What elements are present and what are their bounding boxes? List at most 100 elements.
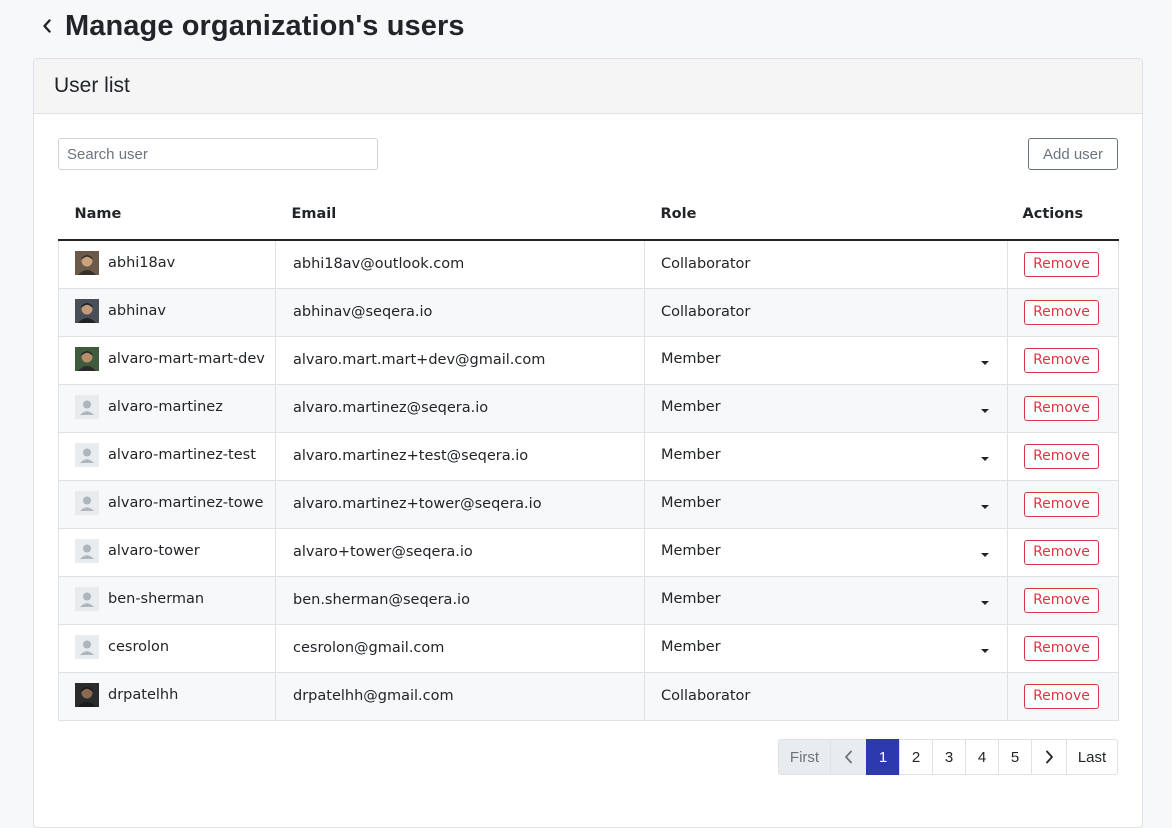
email-cell: drpatelhh@gmail.com bbox=[275, 671, 645, 721]
name-cell: abhinav bbox=[58, 287, 276, 337]
back-button[interactable] bbox=[36, 15, 58, 37]
role-cell: Member bbox=[644, 431, 1008, 481]
user-name: alvaro-martinez-test bbox=[75, 442, 259, 467]
role-select[interactable]: Member bbox=[661, 494, 991, 511]
table-row: alvaro-mart-mart-dev alvaro.mart.mart+dev… bbox=[58, 335, 1119, 385]
add-user-button[interactable]: Add user bbox=[1028, 138, 1118, 170]
role-select-value: Member bbox=[661, 398, 721, 415]
actions-cell: Remove bbox=[1007, 239, 1119, 289]
table-body: abhi18av abhi18av@outlook.com Collaborator… bbox=[58, 239, 1119, 721]
user-name-text: alvaro-martinez-test bbox=[108, 446, 256, 463]
pagination-page-2[interactable]: 2 bbox=[899, 739, 933, 775]
role-select[interactable]: Member bbox=[661, 543, 991, 559]
pagination-prev[interactable] bbox=[830, 739, 867, 775]
remove-user-button[interactable]: Remove bbox=[1024, 683, 1099, 709]
actions-cell: Remove bbox=[1007, 671, 1119, 721]
pagination: First 1 2 3 4 5 Last bbox=[778, 739, 1118, 775]
actions-cell: Remove bbox=[1007, 527, 1119, 577]
pagination-first[interactable]: First bbox=[778, 739, 831, 775]
remove-user-button[interactable]: Remove bbox=[1024, 299, 1099, 325]
user-list-card: User list Add user Name Email Role Actio… bbox=[33, 58, 1143, 828]
user-avatar bbox=[75, 298, 99, 323]
user-name: ben-sherman bbox=[75, 586, 259, 611]
email-cell: alvaro.mart.mart+dev@gmail.com bbox=[275, 335, 645, 385]
caret-down-icon bbox=[981, 504, 989, 509]
caret-down-icon bbox=[981, 408, 989, 413]
user-avatar bbox=[75, 250, 99, 275]
remove-user-button[interactable]: Remove bbox=[1024, 347, 1099, 373]
user-name: alvaro-martinez bbox=[75, 394, 259, 419]
user-name: abhi18av bbox=[75, 250, 259, 275]
actions-cell: Remove bbox=[1007, 383, 1119, 433]
caret-down-icon bbox=[981, 600, 989, 605]
users-table: Name Email Role Actions abhi18av abhi18av… bbox=[58, 188, 1119, 721]
table-row: alvaro-martinez-test alvaro.martinez+test… bbox=[58, 431, 1119, 481]
user-name-text: alvaro-martinez bbox=[108, 398, 223, 415]
caret-down-icon bbox=[981, 552, 989, 557]
remove-user-button[interactable]: Remove bbox=[1024, 491, 1099, 517]
user-name: alvaro-tower bbox=[75, 538, 259, 563]
pagination-page-3[interactable]: 3 bbox=[932, 739, 966, 775]
chevron-right-icon bbox=[1045, 750, 1053, 764]
default-avatar-icon bbox=[75, 490, 99, 515]
email-cell: alvaro.martinez+test@seqera.io bbox=[275, 431, 645, 481]
remove-user-button[interactable]: Remove bbox=[1024, 251, 1099, 277]
name-cell: alvaro-tower bbox=[58, 527, 276, 577]
column-header-role: Role bbox=[644, 188, 1008, 241]
user-name: alvaro-martinez-towe bbox=[75, 490, 263, 515]
role-select[interactable]: Member bbox=[661, 447, 991, 463]
user-email: drpatelhh@gmail.com bbox=[293, 688, 454, 704]
role-select[interactable]: Member bbox=[661, 638, 991, 655]
table-row: abhi18av abhi18av@outlook.com Collaborator… bbox=[58, 239, 1119, 289]
user-name-text: alvaro-tower bbox=[108, 542, 200, 559]
default-avatar-icon bbox=[75, 442, 99, 467]
email-cell: abhi18av@outlook.com bbox=[275, 239, 645, 289]
role-select[interactable]: Member bbox=[661, 591, 991, 607]
user-email: abhi18av@outlook.com bbox=[293, 256, 465, 273]
role-cell: Collaborator bbox=[644, 287, 1008, 337]
user-name-text: abhi18av bbox=[108, 254, 176, 271]
user-email: alvaro+tower@seqera.io bbox=[293, 544, 473, 560]
actions-cell: Remove bbox=[1007, 431, 1119, 481]
name-cell: alvaro-mart-mart-dev bbox=[58, 335, 276, 385]
actions-cell: Remove bbox=[1007, 287, 1119, 337]
user-name: abhinav bbox=[75, 298, 259, 323]
name-cell: cesrolon bbox=[58, 623, 276, 673]
user-avatar bbox=[75, 682, 99, 707]
role-select-value: Member bbox=[661, 350, 721, 367]
role-select-value: Member bbox=[661, 494, 721, 511]
user-avatar bbox=[75, 346, 99, 371]
pagination-next[interactable] bbox=[1031, 739, 1067, 775]
role-text: Collaborator bbox=[661, 304, 751, 320]
name-cell: drpatelhh bbox=[58, 671, 276, 721]
remove-user-button[interactable]: Remove bbox=[1024, 539, 1099, 565]
table-row: abhinav abhinav@seqera.io Collaborator Remo… bbox=[58, 287, 1119, 337]
remove-user-button[interactable]: Remove bbox=[1024, 395, 1099, 421]
pagination-page-1[interactable]: 1 bbox=[866, 739, 900, 775]
pagination-last[interactable]: Last bbox=[1066, 739, 1118, 775]
card-header: User list bbox=[34, 59, 1142, 114]
role-select[interactable]: Member bbox=[661, 350, 991, 367]
user-name-text: alvaro-martinez-towe bbox=[108, 494, 264, 511]
user-email: alvaro.martinez+test@seqera.io bbox=[293, 448, 529, 464]
user-name-text: ben-sherman bbox=[108, 590, 205, 607]
role-select-value: Member bbox=[661, 638, 721, 655]
role-cell: Member bbox=[644, 527, 1008, 577]
remove-user-button[interactable]: Remove bbox=[1024, 587, 1099, 613]
role-text: Collaborator bbox=[661, 688, 751, 704]
chevron-left-icon[interactable] bbox=[42, 19, 52, 33]
search-input[interactable] bbox=[58, 138, 378, 170]
user-name-text: drpatelhh bbox=[108, 686, 179, 703]
role-select[interactable]: Member bbox=[661, 398, 991, 415]
name-cell: ben-sherman bbox=[58, 575, 276, 625]
remove-user-button[interactable]: Remove bbox=[1024, 635, 1099, 661]
column-header-actions: Actions bbox=[1007, 188, 1119, 241]
pagination-page-5[interactable]: 5 bbox=[998, 739, 1032, 775]
caret-down-icon bbox=[981, 360, 989, 365]
name-cell: alvaro-martinez-test bbox=[58, 431, 276, 481]
pagination-page-4[interactable]: 4 bbox=[965, 739, 999, 775]
name-cell: abhi18av bbox=[58, 239, 276, 289]
name-cell: alvaro-martinez-towe bbox=[58, 479, 276, 529]
remove-user-button[interactable]: Remove bbox=[1024, 443, 1099, 469]
user-email: ben.sherman@seqera.io bbox=[293, 592, 470, 608]
